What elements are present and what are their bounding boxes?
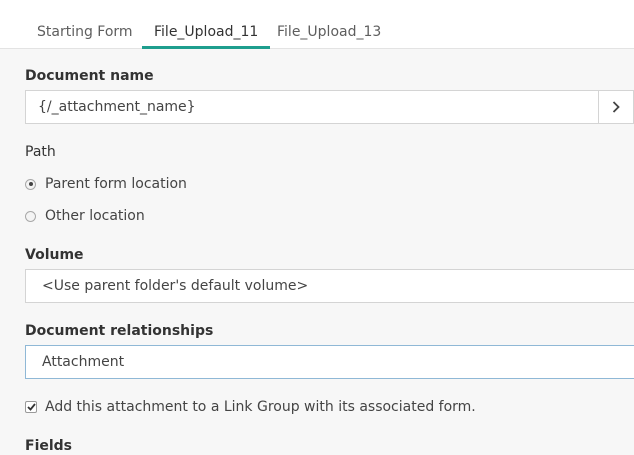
radio-button[interactable] — [25, 210, 36, 222]
document-relationships-select[interactable]: Attachment — [25, 345, 634, 379]
fields-label: Fields — [25, 438, 73, 454]
browse-button[interactable] — [598, 90, 634, 124]
tab-file-upload-13[interactable]: File_Upload_13 — [265, 0, 393, 48]
document-relationships-label: Document relationships — [25, 323, 214, 339]
path-option-parent[interactable]: Parent form location — [25, 176, 187, 192]
volume-select[interactable]: <Use parent folder's default volume> — [25, 269, 634, 303]
document-relationships-value: Attachment — [42, 354, 125, 370]
volume-value: <Use parent folder's default volume> — [42, 278, 309, 294]
path-option-label: Parent form location — [45, 176, 187, 192]
radio-button-selected[interactable] — [25, 178, 36, 190]
link-group-checkbox-label: Add this attachment to a Link Group with… — [45, 399, 476, 415]
document-name-value: {/_attachment_name} — [38, 99, 196, 115]
path-label: Path — [25, 144, 56, 160]
chevron-right-icon — [612, 101, 620, 113]
path-option-other[interactable]: Other location — [25, 208, 145, 224]
document-name-label: Document name — [25, 68, 154, 84]
tab-label: Starting Form — [37, 24, 133, 40]
link-group-checkbox[interactable] — [25, 401, 37, 413]
path-option-label: Other location — [45, 208, 145, 224]
link-group-checkbox-row[interactable]: Add this attachment to a Link Group with… — [25, 399, 476, 415]
document-name-field[interactable]: {/_attachment_name} — [25, 90, 634, 124]
form-panel: Document name {/_attachment_name} Path P… — [0, 49, 634, 455]
tab-label: File_Upload_13 — [277, 24, 382, 40]
volume-label: Volume — [25, 247, 84, 263]
tab-label: File_Upload_11 — [154, 24, 259, 40]
tab-file-upload-11[interactable]: File_Upload_11 — [142, 0, 271, 49]
checkmark-icon — [26, 403, 36, 411]
tab-bar: Starting Form File_Upload_11 File_Upload… — [0, 0, 634, 49]
tab-starting-form[interactable]: Starting Form — [25, 0, 145, 48]
